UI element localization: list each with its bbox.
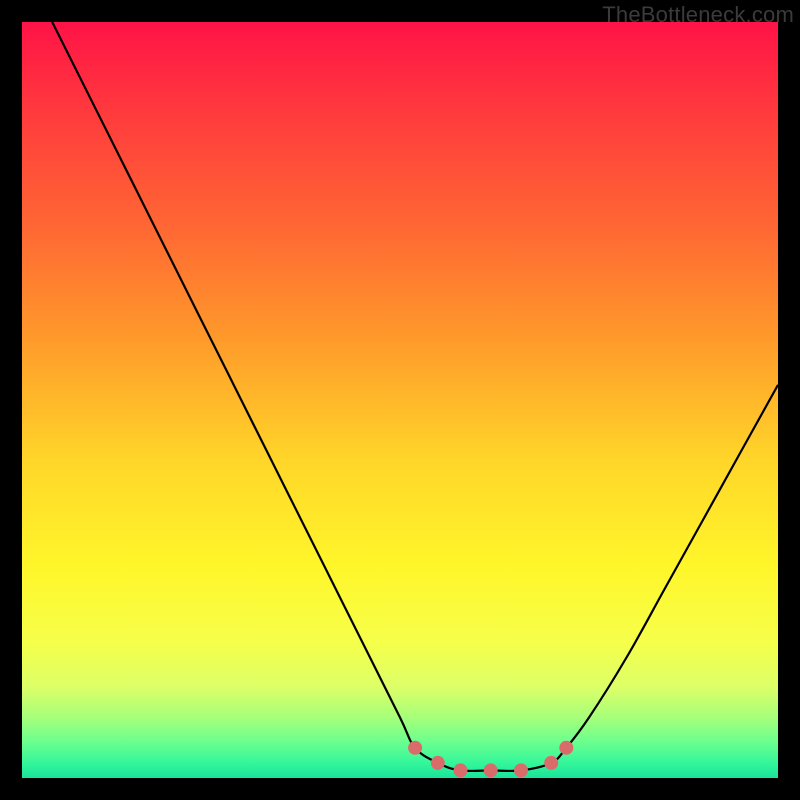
curve-marker: [544, 756, 558, 770]
curve-markers: [408, 741, 573, 778]
bottleneck-curve-path: [52, 22, 778, 771]
curve-layer: [22, 22, 778, 778]
curve-marker: [431, 756, 445, 770]
chart-frame: TheBottleneck.com: [0, 0, 800, 800]
curve-marker: [454, 763, 468, 777]
plot-area: [22, 22, 778, 778]
curve-marker: [514, 763, 528, 777]
curve-marker: [408, 741, 422, 755]
curve-marker: [484, 763, 498, 777]
watermark-text: TheBottleneck.com: [602, 2, 794, 28]
curve-marker: [559, 741, 573, 755]
